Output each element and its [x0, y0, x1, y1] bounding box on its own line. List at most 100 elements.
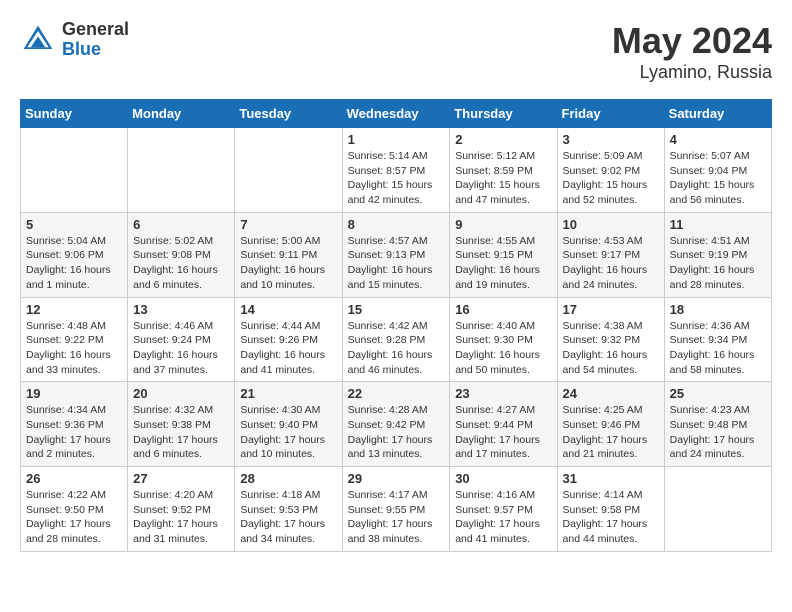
- calendar-cell: 2Sunrise: 5:12 AM Sunset: 8:59 PM Daylig…: [450, 128, 557, 213]
- day-number: 29: [348, 471, 445, 486]
- calendar-cell: 9 Sunrise: 4:55 AM Sunset: 9:15 PM Daylig…: [450, 212, 557, 297]
- day-number: 5: [26, 217, 122, 232]
- calendar-cell: 25 Sunrise: 4:23 AM Sunset: 9:48 PM Dayli…: [664, 382, 771, 467]
- calendar-body: 1 Sunrise: 5:14 AM Sunset: 8:57 PM Daylig…: [21, 128, 772, 552]
- day-number: 16: [455, 302, 551, 317]
- day-number: 9: [455, 217, 551, 232]
- day-info: Sunrise: 4:38 AM Sunset: 9:32 PM Dayligh…: [563, 319, 659, 378]
- day-info: Sunrise: 4:57 AM Sunset: 9:13 PM Dayligh…: [348, 234, 445, 293]
- day-number: 25: [670, 386, 766, 401]
- calendar-cell: 29 Sunrise: 4:17 AM Sunset: 9:55 PM Dayli…: [342, 467, 450, 552]
- weekday-header: Saturday: [664, 100, 771, 128]
- day-info: Sunrise: 4:53 AM Sunset: 9:17 PM Dayligh…: [563, 234, 659, 293]
- calendar-cell: [128, 128, 235, 213]
- day-number: 6: [133, 217, 229, 232]
- day-number: 19: [26, 386, 122, 401]
- calendar-cell: 15 Sunrise: 4:42 AM Sunset: 9:28 PM Dayli…: [342, 297, 450, 382]
- logo-text: General Blue: [62, 20, 129, 60]
- calendar-week-row: 1 Sunrise: 5:14 AM Sunset: 8:57 PM Daylig…: [21, 128, 772, 213]
- day-info: Sunrise: 4:48 AM Sunset: 9:22 PM Dayligh…: [26, 319, 122, 378]
- day-info: Sunrise: 4:36 AM Sunset: 9:34 PM Dayligh…: [670, 319, 766, 378]
- calendar-cell: [235, 128, 342, 213]
- day-number: 23: [455, 386, 551, 401]
- day-number: 3: [563, 132, 659, 147]
- calendar-cell: 27Sunrise: 4:20 AM Sunset: 9:52 PM Dayli…: [128, 467, 235, 552]
- calendar-cell: 20 Sunrise: 4:32 AM Sunset: 9:38 PM Dayli…: [128, 382, 235, 467]
- day-info: Sunrise: 5:02 AM Sunset: 9:08 PM Dayligh…: [133, 234, 229, 293]
- weekday-header: Tuesday: [235, 100, 342, 128]
- day-number: 7: [240, 217, 336, 232]
- day-info: Sunrise: 5:07 AM Sunset: 9:04 PM Dayligh…: [670, 149, 766, 208]
- day-number: 17: [563, 302, 659, 317]
- day-number: 20: [133, 386, 229, 401]
- day-info: Sunrise: 4:22 AM Sunset: 9:50 PM Dayligh…: [26, 488, 122, 547]
- day-number: 21: [240, 386, 336, 401]
- day-number: 10: [563, 217, 659, 232]
- day-number: 22: [348, 386, 445, 401]
- calendar-header: SundayMondayTuesdayWednesdayThursdayFrid…: [21, 100, 772, 128]
- day-number: 31: [563, 471, 659, 486]
- day-info: Sunrise: 4:18 AM Sunset: 9:53 PM Dayligh…: [240, 488, 336, 547]
- calendar-week-row: 12Sunrise: 4:48 AM Sunset: 9:22 PM Dayli…: [21, 297, 772, 382]
- calendar-cell: 1 Sunrise: 5:14 AM Sunset: 8:57 PM Daylig…: [342, 128, 450, 213]
- calendar-week-row: 5 Sunrise: 5:04 AM Sunset: 9:06 PM Daylig…: [21, 212, 772, 297]
- calendar-cell: 10 Sunrise: 4:53 AM Sunset: 9:17 PM Dayli…: [557, 212, 664, 297]
- day-info: Sunrise: 4:30 AM Sunset: 9:40 PM Dayligh…: [240, 403, 336, 462]
- day-info: Sunrise: 4:46 AM Sunset: 9:24 PM Dayligh…: [133, 319, 229, 378]
- weekday-header: Thursday: [450, 100, 557, 128]
- calendar-cell: 14 Sunrise: 4:44 AM Sunset: 9:26 PM Dayli…: [235, 297, 342, 382]
- calendar-cell: 6 Sunrise: 5:02 AM Sunset: 9:08 PM Daylig…: [128, 212, 235, 297]
- calendar-cell: 5 Sunrise: 5:04 AM Sunset: 9:06 PM Daylig…: [21, 212, 128, 297]
- day-info: Sunrise: 4:42 AM Sunset: 9:28 PM Dayligh…: [348, 319, 445, 378]
- day-number: 1: [348, 132, 445, 147]
- calendar-cell: 8 Sunrise: 4:57 AM Sunset: 9:13 PM Daylig…: [342, 212, 450, 297]
- day-info: Sunrise: 4:23 AM Sunset: 9:48 PM Dayligh…: [670, 403, 766, 462]
- day-number: 4: [670, 132, 766, 147]
- day-info: Sunrise: 5:14 AM Sunset: 8:57 PM Dayligh…: [348, 149, 445, 208]
- day-number: 30: [455, 471, 551, 486]
- calendar-cell: 24Sunrise: 4:25 AM Sunset: 9:46 PM Dayli…: [557, 382, 664, 467]
- day-number: 15: [348, 302, 445, 317]
- day-info: Sunrise: 4:44 AM Sunset: 9:26 PM Dayligh…: [240, 319, 336, 378]
- title-block: May 2024 Lyamino, Russia: [612, 20, 772, 83]
- day-number: 2: [455, 132, 551, 147]
- calendar-cell: 7 Sunrise: 5:00 AM Sunset: 9:11 PM Daylig…: [235, 212, 342, 297]
- day-number: 8: [348, 217, 445, 232]
- calendar-cell: 26Sunrise: 4:22 AM Sunset: 9:50 PM Dayli…: [21, 467, 128, 552]
- day-info: Sunrise: 4:55 AM Sunset: 9:15 PM Dayligh…: [455, 234, 551, 293]
- day-number: 14: [240, 302, 336, 317]
- calendar-cell: 11Sunrise: 4:51 AM Sunset: 9:19 PM Dayli…: [664, 212, 771, 297]
- calendar-cell: 22 Sunrise: 4:28 AM Sunset: 9:42 PM Dayli…: [342, 382, 450, 467]
- logo-general: General: [62, 20, 129, 40]
- calendar-table: SundayMondayTuesdayWednesdayThursdayFrid…: [20, 99, 772, 552]
- day-number: 24: [563, 386, 659, 401]
- day-info: Sunrise: 4:28 AM Sunset: 9:42 PM Dayligh…: [348, 403, 445, 462]
- page-header: General Blue May 2024 Lyamino, Russia: [20, 20, 772, 83]
- calendar-cell: 19 Sunrise: 4:34 AM Sunset: 9:36 PM Dayli…: [21, 382, 128, 467]
- day-info: Sunrise: 4:34 AM Sunset: 9:36 PM Dayligh…: [26, 403, 122, 462]
- title-location: Lyamino, Russia: [612, 62, 772, 83]
- calendar-cell: [664, 467, 771, 552]
- day-info: Sunrise: 4:14 AM Sunset: 9:58 PM Dayligh…: [563, 488, 659, 547]
- day-info: Sunrise: 4:40 AM Sunset: 9:30 PM Dayligh…: [455, 319, 551, 378]
- day-info: Sunrise: 4:17 AM Sunset: 9:55 PM Dayligh…: [348, 488, 445, 547]
- calendar-cell: [21, 128, 128, 213]
- day-info: Sunrise: 4:51 AM Sunset: 9:19 PM Dayligh…: [670, 234, 766, 293]
- day-number: 13: [133, 302, 229, 317]
- calendar-cell: 4 Sunrise: 5:07 AM Sunset: 9:04 PM Daylig…: [664, 128, 771, 213]
- day-info: Sunrise: 5:04 AM Sunset: 9:06 PM Dayligh…: [26, 234, 122, 293]
- day-info: Sunrise: 5:09 AM Sunset: 9:02 PM Dayligh…: [563, 149, 659, 208]
- title-month: May 2024: [612, 20, 772, 62]
- calendar-week-row: 19 Sunrise: 4:34 AM Sunset: 9:36 PM Dayli…: [21, 382, 772, 467]
- calendar-cell: 17 Sunrise: 4:38 AM Sunset: 9:32 PM Dayli…: [557, 297, 664, 382]
- calendar-cell: 13 Sunrise: 4:46 AM Sunset: 9:24 PM Dayli…: [128, 297, 235, 382]
- day-info: Sunrise: 4:16 AM Sunset: 9:57 PM Dayligh…: [455, 488, 551, 547]
- weekday-header: Sunday: [21, 100, 128, 128]
- calendar-week-row: 26Sunrise: 4:22 AM Sunset: 9:50 PM Dayli…: [21, 467, 772, 552]
- weekday-header: Monday: [128, 100, 235, 128]
- calendar-cell: 16 Sunrise: 4:40 AM Sunset: 9:30 PM Dayli…: [450, 297, 557, 382]
- day-number: 27: [133, 471, 229, 486]
- day-number: 18: [670, 302, 766, 317]
- day-info: Sunrise: 4:32 AM Sunset: 9:38 PM Dayligh…: [133, 403, 229, 462]
- day-info: Sunrise: 5:00 AM Sunset: 9:11 PM Dayligh…: [240, 234, 336, 293]
